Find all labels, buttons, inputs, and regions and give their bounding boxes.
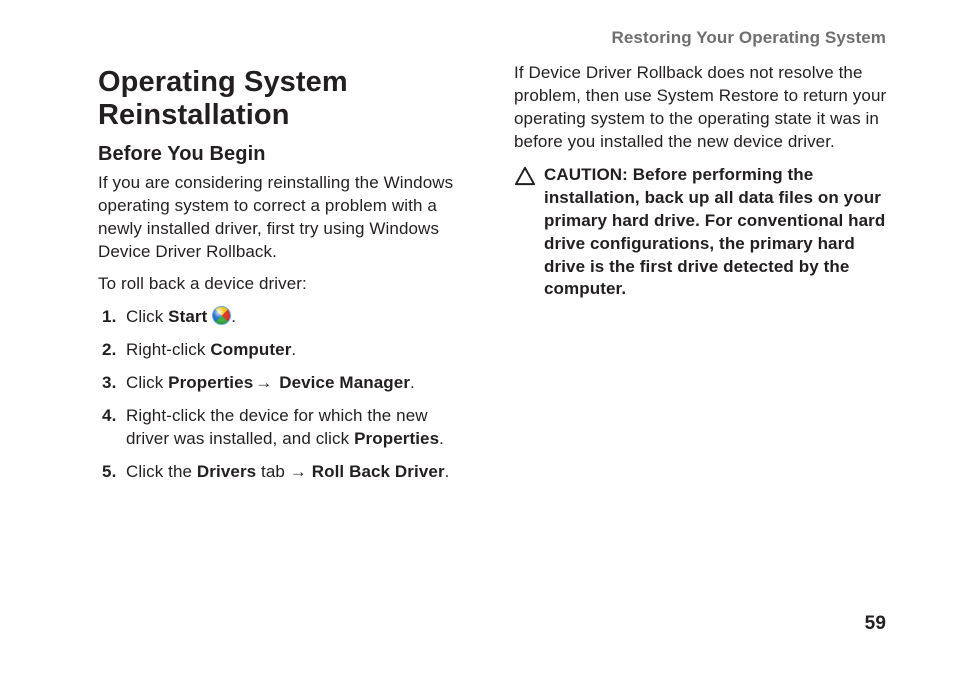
column-right: If Device Driver Rollback does not resol… — [514, 62, 888, 494]
step-text: Click — [126, 307, 168, 326]
step-text: tab → — [256, 462, 312, 481]
step-3: Click Properties→ Device Manager. — [116, 372, 472, 395]
step-bold: Start — [168, 307, 207, 326]
start-orb-icon — [212, 306, 231, 325]
caution-block: CAUTION: Before performing the installat… — [514, 164, 888, 302]
caution-text: CAUTION: Before performing the installat… — [544, 164, 888, 302]
step-text: . — [291, 340, 296, 359]
step-text: . — [410, 373, 415, 392]
step-bold: Properties — [354, 429, 439, 448]
section-subhead: Before You Begin — [98, 143, 472, 166]
step-1: Click Start . — [116, 306, 472, 329]
step-text: . — [231, 307, 236, 326]
step-bold: Roll Back Driver — [312, 462, 445, 481]
step-text: Click — [126, 373, 168, 392]
step-bold: Drivers — [197, 462, 256, 481]
section-title: Operating System Reinstallation — [98, 66, 472, 133]
step-bold: Computer — [210, 340, 291, 359]
step-text: . — [445, 462, 450, 481]
arrow-icon: → — [253, 373, 279, 392]
right-paragraph: If Device Driver Rollback does not resol… — [514, 62, 888, 154]
running-head: Restoring Your Operating System — [611, 28, 886, 48]
steps-leadin: To roll back a device driver: — [98, 273, 472, 296]
body-columns: Operating System Reinstallation Before Y… — [98, 62, 888, 494]
step-text: . — [439, 429, 444, 448]
caution-triangle-icon — [514, 166, 536, 191]
step-bold: Properties — [168, 373, 253, 392]
step-bold: Device Manager — [279, 373, 410, 392]
step-4: Right-click the device for which the new… — [116, 405, 472, 451]
step-5: Click the Drivers tab → Roll Back Driver… — [116, 461, 472, 484]
step-text: Right-click — [126, 340, 210, 359]
column-left: Operating System Reinstallation Before Y… — [98, 62, 472, 494]
step-text: Click the — [126, 462, 197, 481]
page: Restoring Your Operating System Operatin… — [0, 0, 954, 677]
intro-paragraph: If you are considering reinstalling the … — [98, 172, 472, 264]
page-number: 59 — [865, 613, 886, 635]
step-2: Right-click Computer. — [116, 339, 472, 362]
steps-list: Click Start . Right-click Computer. Clic… — [98, 306, 472, 484]
